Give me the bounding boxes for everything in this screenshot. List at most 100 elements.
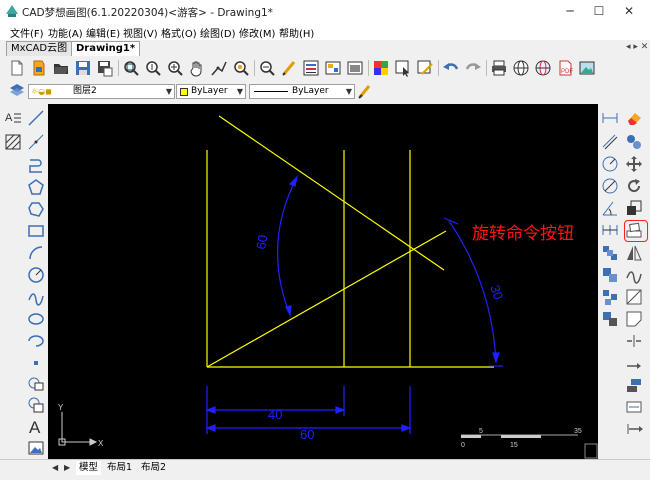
layout-tab-bar: ◀ ▶ 模型 布局1 布局2 bbox=[0, 459, 650, 480]
pan-hand-icon[interactable] bbox=[188, 59, 206, 77]
line-icon[interactable] bbox=[27, 109, 45, 127]
curve-edit-icon[interactable] bbox=[625, 266, 643, 284]
redo-icon[interactable] bbox=[464, 59, 482, 77]
break-icon[interactable] bbox=[625, 332, 643, 350]
circle-icon[interactable] bbox=[27, 266, 45, 284]
tab-drawing1[interactable]: Drawing1* bbox=[71, 41, 141, 56]
close-button[interactable]: ✕ bbox=[614, 2, 644, 20]
ray-icon[interactable] bbox=[27, 133, 45, 151]
color-combo[interactable]: ByLayer ▼ bbox=[176, 84, 246, 99]
zoom-scale-icon[interactable] bbox=[258, 59, 276, 77]
layer-combo[interactable]: ☼◒◼ 图层2 ▼ bbox=[28, 84, 175, 99]
web-publish-icon[interactable] bbox=[534, 59, 552, 77]
polygon-icon[interactable] bbox=[27, 178, 45, 196]
rectangle-icon[interactable] bbox=[27, 222, 45, 240]
eraser-icon[interactable] bbox=[625, 109, 643, 127]
block-editor-icon[interactable] bbox=[324, 59, 342, 77]
dim-angular-icon[interactable] bbox=[601, 199, 619, 217]
design-center-icon[interactable] bbox=[346, 59, 364, 77]
save-as-icon[interactable] bbox=[96, 59, 114, 77]
menu-edit[interactable]: 编辑(E) bbox=[86, 25, 120, 40]
menu-modify[interactable]: 修改(M) bbox=[239, 25, 275, 40]
angle-dimension-arc-60[interactable] bbox=[276, 176, 298, 316]
maximize-button[interactable]: ☐ bbox=[584, 2, 614, 20]
chamfer-icon[interactable] bbox=[625, 310, 643, 328]
layer-props-icon[interactable] bbox=[625, 398, 643, 416]
properties-icon[interactable] bbox=[302, 59, 320, 77]
freeform-shape-icon[interactable] bbox=[27, 200, 45, 218]
create-block-icon[interactable] bbox=[27, 396, 45, 414]
open-folder-icon[interactable] bbox=[52, 59, 70, 77]
tab-model[interactable]: 模型 bbox=[76, 461, 102, 475]
new-file-icon[interactable] bbox=[8, 59, 26, 77]
dim-diameter-icon[interactable] bbox=[601, 177, 619, 195]
edit-text-icon[interactable] bbox=[416, 59, 434, 77]
dim-radius-icon[interactable] bbox=[601, 155, 619, 173]
ellipse-arc-icon[interactable] bbox=[27, 332, 45, 350]
point-icon[interactable] bbox=[27, 354, 45, 372]
palette-icon[interactable] bbox=[372, 59, 390, 77]
insert-block-icon[interactable] bbox=[27, 374, 45, 392]
menu-file[interactable]: 文件(F) bbox=[10, 25, 44, 40]
angle-label-60: 60 bbox=[253, 234, 270, 251]
drawing-canvas[interactable]: 60 30 40 60 5 35 0 15 Y X bbox=[48, 104, 598, 459]
dim-linear-icon[interactable] bbox=[601, 109, 619, 127]
open-template-icon[interactable] bbox=[30, 59, 48, 77]
stretch-icon[interactable] bbox=[625, 288, 643, 306]
rotate-command-annotation: 旋转命令按钮 bbox=[472, 224, 574, 244]
offset-icon[interactable] bbox=[601, 266, 619, 284]
menu-function[interactable]: 功能(A) bbox=[48, 25, 83, 40]
zoom-in-icon[interactable] bbox=[166, 59, 184, 77]
save-icon[interactable] bbox=[74, 59, 92, 77]
export-pdf-icon[interactable]: PDF bbox=[556, 59, 574, 77]
zoom-window-icon[interactable] bbox=[122, 59, 140, 77]
image-insert-icon[interactable] bbox=[27, 439, 45, 457]
arc-icon[interactable] bbox=[27, 244, 45, 262]
tab-layout1[interactable]: 布局1 bbox=[104, 461, 135, 475]
array-icon[interactable] bbox=[601, 244, 619, 262]
single-text-icon[interactable]: A bbox=[27, 417, 45, 435]
tab-layout2[interactable]: 布局2 bbox=[138, 461, 169, 475]
export-image-icon[interactable] bbox=[578, 59, 596, 77]
menu-draw[interactable]: 绘图(D) bbox=[200, 25, 236, 40]
menu-view[interactable]: 视图(V) bbox=[123, 25, 158, 40]
tab-scroll-controls[interactable]: ◂ ▸ ✕ bbox=[626, 42, 648, 52]
menu-format[interactable]: 格式(O) bbox=[161, 25, 197, 40]
undo-icon[interactable] bbox=[442, 59, 460, 77]
dim-continue-icon[interactable] bbox=[601, 221, 619, 239]
dim-aligned-icon[interactable] bbox=[601, 133, 619, 151]
polyline-icon[interactable] bbox=[27, 157, 45, 175]
zoom-realtime-icon[interactable] bbox=[144, 59, 162, 77]
join-icon[interactable] bbox=[625, 376, 643, 394]
mirror-icon[interactable] bbox=[625, 244, 643, 262]
web-globe-icon[interactable] bbox=[512, 59, 530, 77]
multiline-text-icon[interactable]: A bbox=[4, 109, 22, 127]
layer-name: 图层2 bbox=[73, 86, 97, 96]
nav-prev-arrow-icon[interactable]: ◀ bbox=[52, 463, 58, 472]
linetype-combo[interactable]: ByLayer ▼ bbox=[249, 84, 355, 99]
align-icon[interactable] bbox=[625, 420, 643, 438]
nav-next-arrow-icon[interactable]: ▶ bbox=[64, 463, 70, 472]
hatch-icon[interactable] bbox=[4, 133, 22, 151]
copy-objects-icon[interactable] bbox=[625, 133, 643, 151]
layer-manager-icon[interactable] bbox=[8, 82, 26, 100]
print-icon[interactable] bbox=[490, 59, 508, 77]
explode-icon[interactable] bbox=[601, 288, 619, 306]
scale-icon[interactable] bbox=[625, 199, 643, 217]
spline-icon[interactable] bbox=[27, 288, 45, 306]
match-properties-icon[interactable] bbox=[280, 59, 298, 77]
move-icon[interactable] bbox=[625, 155, 643, 173]
ellipse-icon[interactable] bbox=[27, 310, 45, 328]
zoom-previous-icon[interactable] bbox=[232, 59, 250, 77]
extend-icon[interactable] bbox=[625, 354, 643, 372]
ucs-y-label: Y bbox=[58, 403, 64, 412]
group-icon[interactable] bbox=[601, 310, 619, 328]
zoom-extents-icon[interactable] bbox=[210, 59, 228, 77]
tab-mxcad-cloud[interactable]: MxCAD云图 bbox=[6, 41, 73, 56]
dimension-lines bbox=[205, 175, 503, 434]
minimize-button[interactable]: ─ bbox=[555, 2, 585, 20]
select-cursor-icon[interactable] bbox=[394, 59, 412, 77]
rotate-small-icon[interactable] bbox=[625, 177, 643, 195]
menu-help[interactable]: 帮助(H) bbox=[279, 25, 314, 40]
brush-icon[interactable] bbox=[356, 82, 374, 100]
